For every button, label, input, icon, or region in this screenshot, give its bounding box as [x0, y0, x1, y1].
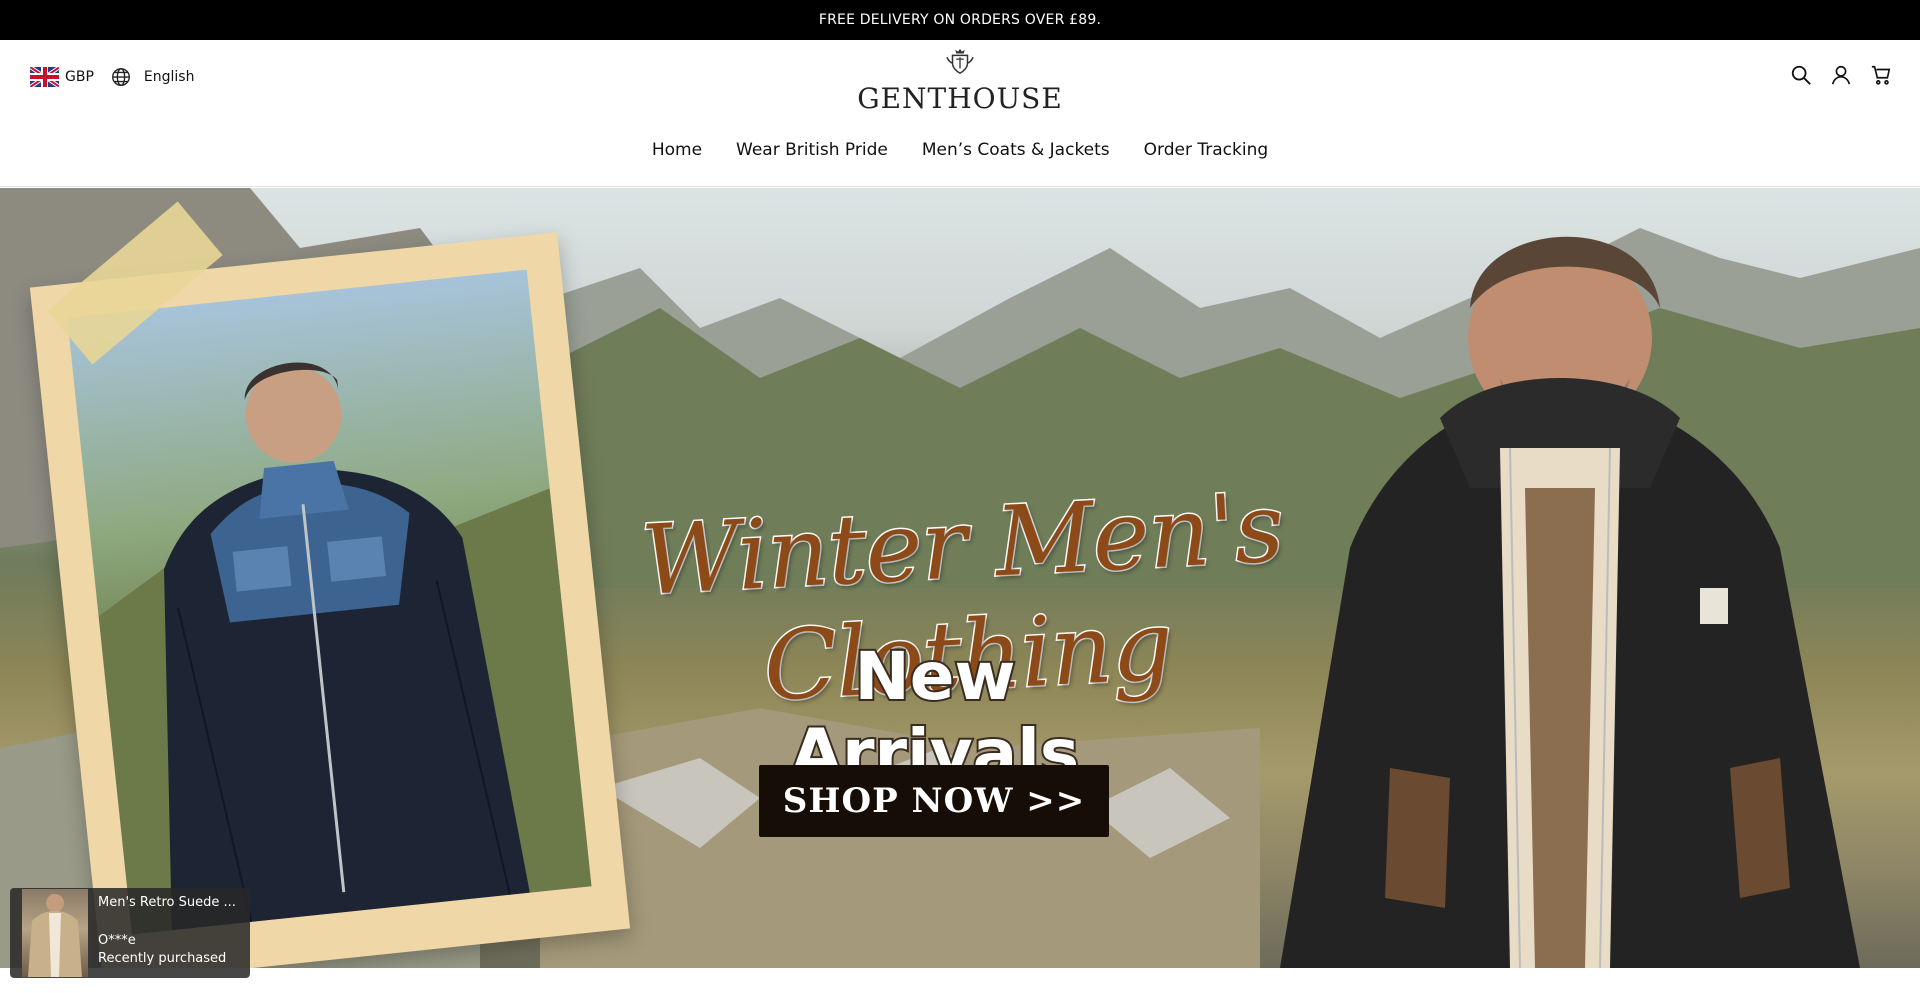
uk-flag-icon	[30, 67, 59, 87]
toast-product-thumbnail	[22, 889, 88, 977]
toast-product-name: Men's Retro Suede ...	[98, 895, 236, 910]
toast-status: Recently purchased	[98, 951, 227, 966]
announcement-bar: FREE DELIVERY ON ORDERS OVER £89.	[0, 0, 1920, 40]
user-icon[interactable]	[1830, 64, 1852, 86]
language-label[interactable]: English	[144, 69, 195, 85]
hero-photo-denim-jacket	[67, 269, 592, 935]
main-nav: Home Wear British Pride Men’s Coats & Ja…	[0, 140, 1920, 160]
brand-logo[interactable]: GENTHOUSE	[857, 46, 1063, 116]
currency-label[interactable]: GBP	[65, 69, 94, 85]
shop-now-button[interactable]: SHOP NOW >>	[759, 765, 1109, 837]
search-icon[interactable]	[1790, 64, 1812, 86]
header-actions	[1790, 64, 1892, 86]
cart-icon[interactable]	[1870, 64, 1892, 86]
announcement-text: FREE DELIVERY ON ORDERS OVER £89.	[818, 12, 1102, 28]
globe-icon	[110, 66, 132, 88]
locale-selector[interactable]: GBP English	[30, 66, 194, 88]
nav-item-home[interactable]: Home	[652, 140, 702, 160]
crest-icon	[940, 46, 980, 80]
nav-item-wear-british-pride[interactable]: Wear British Pride	[736, 140, 888, 160]
brand-name: GENTHOUSE	[857, 82, 1063, 115]
hero-banner[interactable]: Winter Men's Clothing New Arrivals SHOP …	[0, 188, 1920, 968]
recent-purchase-toast[interactable]: Men's Retro Suede ... O***e Recently pur…	[10, 888, 250, 978]
site-header: GBP English GENTHOUSE Home Wear British …	[0, 40, 1920, 187]
toast-buyer: O***e	[98, 933, 136, 948]
nav-item-mens-coats-jackets[interactable]: Men’s Coats & Jackets	[922, 140, 1110, 160]
nav-item-order-tracking[interactable]: Order Tracking	[1144, 140, 1269, 160]
